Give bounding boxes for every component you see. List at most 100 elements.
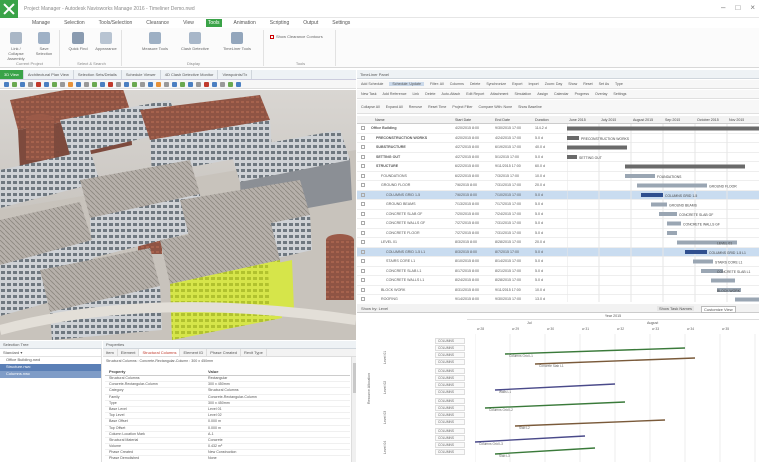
menu-item[interactable]: Animation <box>232 19 258 27</box>
view-tab[interactable]: 4D Clash Detective Monitor <box>161 70 219 79</box>
viewport-tool-icon[interactable] <box>172 82 177 87</box>
viewport-tool-icon[interactable] <box>236 82 241 87</box>
timeliner-tool-button[interactable]: Add Reference <box>383 92 407 96</box>
viewport-tool-icon[interactable] <box>124 82 129 87</box>
viewport-tool-icon[interactable] <box>148 82 153 87</box>
gantt-bar[interactable] <box>711 278 735 283</box>
timeliner-tool-button[interactable]: Filter: All <box>430 82 444 86</box>
viewport-tool-icon[interactable] <box>4 82 9 87</box>
resource-cell[interactable]: COLUMNS <box>435 419 465 425</box>
task-checkbox[interactable] <box>361 192 365 197</box>
timeliner-tool-button[interactable]: Show <box>568 82 577 86</box>
viewport-tool-icon[interactable] <box>76 82 81 87</box>
task-checkbox[interactable] <box>361 278 365 282</box>
close-icon[interactable]: × <box>750 3 755 12</box>
viewport-tool-icon[interactable] <box>100 82 105 87</box>
task-checkbox[interactable] <box>361 259 365 263</box>
viewport-tool-icon[interactable] <box>180 82 185 87</box>
gantt-bar[interactable] <box>735 297 759 302</box>
timeliner-tool-button[interactable]: Show Baseline <box>518 105 542 109</box>
property-row[interactable]: Phase Demolished None <box>105 456 350 462</box>
resource-cell[interactable]: COLUMNS <box>435 338 465 344</box>
clearance-contours-checkbox[interactable]: Show Clearance Contours <box>270 34 323 39</box>
gantt-bar[interactable] <box>567 155 577 159</box>
property-tab[interactable]: Structural Columns <box>139 349 181 356</box>
view-tab[interactable]: Viewpoints/Tx <box>218 70 253 79</box>
task-checkbox[interactable] <box>361 126 365 130</box>
gantt-bar[interactable] <box>685 250 707 254</box>
viewport-tool-icon[interactable] <box>220 82 225 87</box>
viewport-tool-icon[interactable] <box>108 82 113 87</box>
gantt-bar[interactable] <box>637 183 707 188</box>
viewport-tool-icon[interactable] <box>116 82 121 87</box>
timeliner-tool-button[interactable]: New Task <box>361 92 377 96</box>
show-by-dropdown[interactable]: Show by: Level <box>361 306 388 311</box>
menu-item[interactable]: Settings <box>330 19 352 27</box>
clash-detective-button[interactable]: Clash Detective <box>180 32 210 51</box>
timeliner-tool-button[interactable]: Set As <box>599 82 609 86</box>
resource-cell[interactable]: COLUMNS <box>435 375 465 381</box>
task-checkbox[interactable] <box>361 202 365 206</box>
resource-cell[interactable]: COLUMNS <box>435 405 465 411</box>
task-checkbox[interactable] <box>361 287 365 292</box>
gantt-bar[interactable] <box>641 193 663 197</box>
task-checkbox[interactable] <box>361 297 365 301</box>
timeliner-tool-button[interactable]: Delete <box>425 92 435 96</box>
3d-viewport[interactable] <box>0 90 356 340</box>
timeliner-tool-button[interactable]: Overlay <box>595 92 607 96</box>
view-tab[interactable]: Selection Sets/Details <box>74 70 122 79</box>
timeliner-tool-button[interactable]: Auto-Attach <box>441 92 460 96</box>
properties-scrollbar[interactable] <box>351 357 356 462</box>
viewport-tool-icon[interactable] <box>12 82 17 87</box>
viewport-tool-icon[interactable] <box>52 82 57 87</box>
task-checkbox[interactable] <box>361 230 365 235</box>
task-checkbox[interactable] <box>361 164 365 168</box>
timeliner-tool-button[interactable]: Reset <box>583 82 592 86</box>
menu-item[interactable]: Manage <box>30 19 52 27</box>
viewport-tool-icon[interactable] <box>28 82 33 87</box>
timeliner-tool-button[interactable]: Type <box>615 82 623 86</box>
timeliner-tool-button[interactable]: Attachment <box>490 92 508 96</box>
task-checkbox[interactable] <box>361 221 365 225</box>
viewport-tool-icon[interactable] <box>156 82 161 87</box>
link-collapse-assembly-button[interactable]: Link / Collapse Assembly <box>4 32 28 61</box>
timeliner-tools-button[interactable]: TimeLiner Tools <box>220 32 254 51</box>
app-logo-icon[interactable] <box>0 0 18 18</box>
resource-cell[interactable]: COLUMNS <box>435 368 465 374</box>
resource-cell[interactable]: COLUMNS <box>435 449 465 455</box>
timeliner-tool-button[interactable]: Progress <box>575 92 589 96</box>
viewport-tool-icon[interactable] <box>188 82 193 87</box>
viewport-tool-icon[interactable] <box>44 82 49 87</box>
timeliner-tool-button[interactable]: Remove <box>409 105 422 109</box>
property-tab[interactable]: Phase Created <box>207 349 241 356</box>
timeliner-tool-button[interactable]: Assign <box>537 92 548 96</box>
view-tab[interactable]: Schedule Viewer <box>122 70 161 79</box>
viewport-tool-icon[interactable] <box>92 82 97 87</box>
viewport-tool-icon[interactable] <box>20 82 25 87</box>
resource-cell[interactable]: COLUMNS <box>435 435 465 441</box>
gantt-bar[interactable] <box>567 145 627 150</box>
menu-item[interactable]: Clearance <box>144 19 171 27</box>
timeliner-tool-button[interactable]: Zoom: Day <box>545 82 563 86</box>
menu-item[interactable]: Scripting <box>268 19 291 27</box>
gantt-bar[interactable] <box>625 174 655 178</box>
task-checkbox[interactable] <box>361 249 365 254</box>
resource-cell[interactable]: COLUMNS <box>435 359 465 365</box>
viewport-tool-icon[interactable] <box>204 82 209 87</box>
resource-cell[interactable]: COLUMNS <box>435 389 465 395</box>
viewport-tool-icon[interactable] <box>140 82 145 87</box>
gantt-bar[interactable] <box>659 212 677 216</box>
gantt-bar[interactable] <box>693 259 713 264</box>
resource-bar[interactable] <box>494 383 616 391</box>
maximize-icon[interactable]: □ <box>735 3 740 12</box>
task-checkbox[interactable] <box>361 268 365 273</box>
viewport-tool-icon[interactable] <box>60 82 65 87</box>
viewport-tool-icon[interactable] <box>132 82 137 87</box>
timeliner-tool-button[interactable]: Schedule: Update <box>389 82 424 86</box>
timeliner-tool-button[interactable]: Import <box>529 82 539 86</box>
timeliner-tool-button[interactable]: Export <box>512 82 522 86</box>
menu-item[interactable]: Output <box>301 19 320 27</box>
gantt-bar[interactable] <box>625 164 745 169</box>
resource-cell[interactable]: COLUMNS <box>435 345 465 351</box>
gantt-bar[interactable] <box>651 202 667 207</box>
